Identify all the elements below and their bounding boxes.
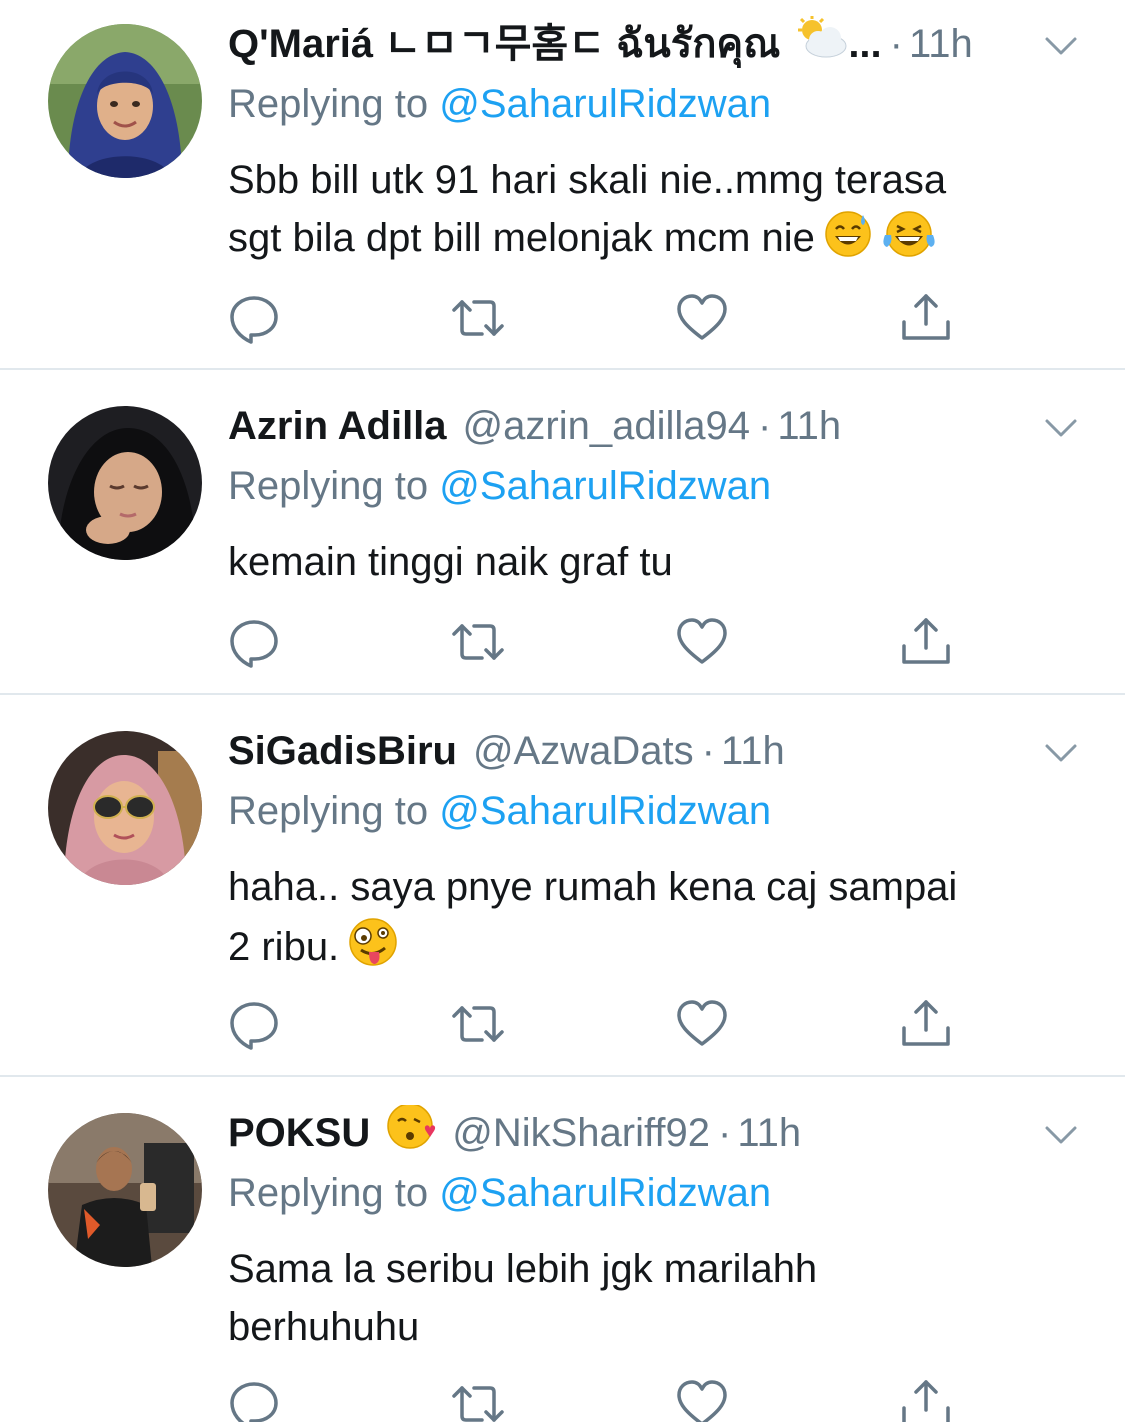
avatar[interactable]: [48, 1113, 202, 1267]
avatar[interactable]: [48, 406, 202, 560]
retweet-icon[interactable]: [450, 290, 506, 346]
replying-to: Replying to @SaharulRidzwan: [228, 76, 771, 132]
chevron-down-icon[interactable]: [1041, 1115, 1081, 1155]
timestamp[interactable]: 11h: [737, 1105, 801, 1161]
tweet-text-line: Sbb bill utk 91 hari skali nie..mmg tera…: [228, 158, 947, 202]
retweet-icon[interactable]: [450, 996, 506, 1052]
tweet-text: Sbb bill utk 91 hari skali nie..mmg tera…: [228, 151, 1088, 275]
sun-behind-cloud-icon: [790, 16, 848, 72]
avatar[interactable]: [48, 731, 202, 885]
tweet-actions: [0, 290, 1125, 346]
timestamp[interactable]: 11h: [777, 398, 841, 454]
tweet-text-line: 2 ribu.: [228, 925, 340, 969]
mention-link[interactable]: @SaharulRidzwan: [439, 1171, 771, 1215]
replying-to: Replying to @SaharulRidzwan: [228, 1165, 771, 1221]
tweet-actions: [0, 614, 1125, 670]
share-icon[interactable]: [898, 996, 954, 1052]
separator-dot: ·: [889, 22, 903, 66]
replying-to-label: Replying to: [228, 789, 429, 833]
replying-to: Replying to @SaharulRidzwan: [228, 458, 771, 514]
tweet-header: Q'Mariá ㄴㅁㄱ무홈ㄷ ฉันรักคุณ ... · 11h: [228, 16, 1055, 72]
tweet-text: Sama la seribu lebih jgk marilahh berhuh…: [228, 1240, 1088, 1356]
tweet-text-line: Sama la seribu lebih jgk marilahh: [228, 1247, 818, 1291]
share-icon[interactable]: [898, 1376, 954, 1422]
zany-face-emoji-icon: [347, 916, 399, 984]
chevron-down-icon[interactable]: [1041, 733, 1081, 773]
tweet-text: haha.. saya pnye rumah kena caj sampai 2…: [228, 858, 1088, 984]
mention-link[interactable]: @SaharulRidzwan: [439, 789, 771, 833]
replying-to: Replying to @SaharulRidzwan: [228, 783, 771, 839]
name-ellipsis: ...: [848, 22, 882, 66]
user-handle[interactable]: @azrin_adilla94: [463, 398, 750, 454]
chevron-down-icon[interactable]: [1041, 26, 1081, 66]
replying-to-label: Replying to: [228, 82, 429, 126]
tweet-text-line: haha.. saya pnye rumah kena caj sampai: [228, 865, 958, 909]
grinning-sweat-emoji-icon: [823, 209, 873, 275]
tweet-text: kemain tinggi naik graf tu: [228, 533, 1088, 591]
reply-icon[interactable]: [226, 996, 282, 1052]
reply-icon[interactable]: [226, 290, 282, 346]
tweet-text-line: sgt bila dpt bill melonjak mcm nie: [228, 216, 815, 260]
display-name[interactable]: Azrin Adilla: [228, 398, 447, 454]
divider: [0, 693, 1125, 695]
separator-dot: ·: [701, 729, 715, 773]
share-icon[interactable]: [898, 614, 954, 670]
replying-to-label: Replying to: [228, 464, 429, 508]
replying-to-label: Replying to: [228, 1171, 429, 1215]
tweet-actions: [0, 1376, 1125, 1422]
user-handle[interactable]: @NikShariff92: [452, 1105, 710, 1161]
tweet-header: SiGadisBiru @AzwaDats · 11h: [228, 723, 1055, 779]
reply-icon[interactable]: [226, 1376, 282, 1422]
like-icon[interactable]: [674, 290, 730, 346]
separator-dot: ·: [758, 404, 772, 448]
avatar[interactable]: [48, 24, 202, 178]
display-name[interactable]: POKSU: [228, 1105, 370, 1161]
like-icon[interactable]: [674, 614, 730, 670]
timestamp[interactable]: 11h: [909, 16, 973, 72]
mention-link[interactable]: @SaharulRidzwan: [439, 82, 771, 126]
retweet-icon[interactable]: [450, 614, 506, 670]
mention-link[interactable]: @SaharulRidzwan: [439, 464, 771, 508]
reply-icon[interactable]: [226, 614, 282, 670]
retweet-icon[interactable]: [450, 1376, 506, 1422]
tweet-header: POKSU @NikShariff92 · 11h: [228, 1105, 1055, 1161]
divider: [0, 368, 1125, 370]
user-handle[interactable]: @AzwaDats: [473, 723, 694, 779]
tweet-text-line: berhuhuhu: [228, 1305, 420, 1349]
tweet-text-line: kemain tinggi naik graf tu: [228, 540, 673, 584]
reply-feed: Q'Mariá ㄴㅁㄱ무홈ㄷ ฉันรักคุณ ... · 11h Reply…: [0, 0, 1125, 1422]
tears-of-joy-emoji-icon: [881, 209, 937, 275]
share-icon[interactable]: [898, 290, 954, 346]
tweet-header: Azrin Adilla @azrin_adilla94 · 11h: [228, 398, 1055, 454]
tweet-actions: [0, 996, 1125, 1052]
display-name[interactable]: SiGadisBiru: [228, 723, 457, 779]
separator-dot: ·: [718, 1111, 732, 1155]
like-icon[interactable]: [674, 1376, 730, 1422]
face-blowing-kiss-icon: [386, 1105, 436, 1161]
chevron-down-icon[interactable]: [1041, 408, 1081, 448]
divider: [0, 1075, 1125, 1077]
like-icon[interactable]: [674, 996, 730, 1052]
display-name[interactable]: Q'Mariá ㄴㅁㄱ무홈ㄷ ฉันรักคุณ: [228, 16, 780, 72]
timestamp[interactable]: 11h: [721, 723, 785, 779]
